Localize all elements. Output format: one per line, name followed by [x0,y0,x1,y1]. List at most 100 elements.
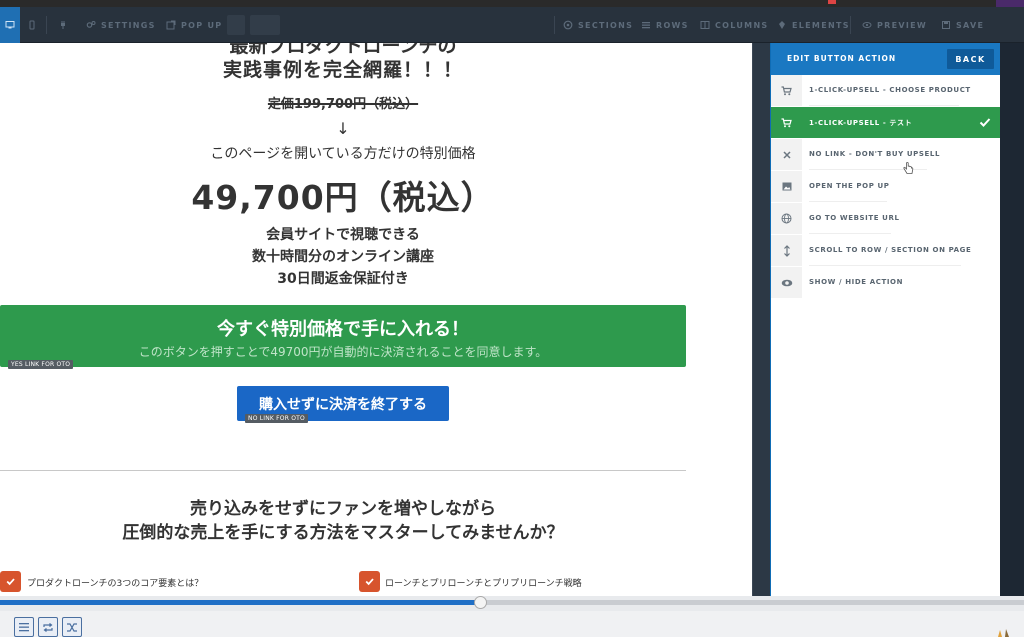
recording-indicator [828,0,836,4]
save-label: SAVE [956,20,985,30]
back-button[interactable]: BACK [947,49,994,69]
decline-button-label: 購入せずに決済を終了する [259,396,427,413]
mobile-icon [29,20,35,30]
feature-line: 30日間返金保証付き [277,271,409,287]
action-option-label: SHOW / HIDE ACTION [809,278,904,286]
sections-label: SECTIONS [578,20,634,30]
toolbar-separator [554,16,555,34]
shuffle-button[interactable] [62,617,82,637]
save-button[interactable]: SAVE [941,7,984,43]
checklist-item: ローンチとプリローンチとプリプリローンチ戦略 [385,579,582,589]
section-heading: 圧倒的な売上を手にする方法をマスターしてみませんか？ [122,523,564,543]
yes-link-tag: YES LINK FOR OTO [8,360,74,369]
checkbox-icon [359,571,380,592]
vertical-arrows-icon [771,235,802,266]
panel-header: EDIT BUTTON ACTION BACK [771,43,1001,75]
plug-icon [61,21,65,29]
page-canvas: 最新プロダクトローンチの 実践事例を完全網羅！！！ 定価199,700円（税込）… [0,43,752,596]
rows-icon [642,22,650,29]
elements-button[interactable]: ELEMENTS [777,7,850,43]
elements-label: ELEMENTS [792,20,850,30]
panel-title: EDIT BUTTON ACTION [787,54,897,63]
checkmark-icon [979,118,991,127]
repeat-button[interactable] [38,617,58,637]
feature-line: 数十時間分のオンライン講座 [252,249,434,265]
sections-icon [563,20,573,30]
rows-button[interactable]: ROWS [641,7,689,43]
progress-handle[interactable] [474,596,487,609]
globe-icon [771,203,802,234]
undo-button[interactable] [227,15,245,35]
toolbar-separator [850,16,851,34]
action-option-label: OPEN THE POP UP [809,182,890,190]
down-arrow: ↓ [336,119,350,138]
action-option-upsell-test[interactable]: 1-CLICK-UPSELL - テスト [771,107,1001,138]
sale-price: 49,700円（税込） [191,178,495,217]
panel-right-edge [1000,43,1024,596]
regular-price: 定価199,700円（税込） [0,93,686,112]
toolbar-separator [46,16,47,34]
panel-handle-column[interactable] [752,43,770,596]
progress-fill [0,600,481,605]
page-heading: 実践事例を完全網羅！！！ [222,59,463,81]
elements-icon [779,21,785,29]
corner-hand-icon [998,629,1009,637]
gears-icon [86,21,96,28]
no-link-tag: NO LINK FOR OTO [245,414,308,423]
action-option-label: 1-CLICK-UPSELL - テスト [809,119,913,127]
popup-label: POP UP [181,20,223,30]
columns-label: COLUMNS [715,20,769,30]
sections-button[interactable]: SECTIONS [563,7,633,43]
plugin-button[interactable] [58,7,68,43]
top-strip [0,0,1024,7]
special-price-note: このページを開いている方だけの特別価格 [210,146,476,162]
playlist-button[interactable] [14,617,34,637]
cart-icon [771,75,802,106]
preview-button[interactable]: PREVIEW [862,7,927,43]
shuffle-icon [67,622,77,632]
action-option-label: SCROLL TO ROW / SECTION ON PAGE [809,246,972,254]
section-heading: 売り込みをせずにファンを増やしながら [190,499,496,519]
eye-icon [771,267,802,298]
action-option-label: NO LINK - DON'T BUY UPSELL [809,150,941,158]
buy-now-title: 今すぐ特別価格で手に入れる！ [217,319,469,340]
corner-indicator [996,0,1024,7]
settings-button[interactable]: SETTINGS [86,7,156,43]
action-option-label: 1-CLICK-UPSELL - CHOOSE PRODUCT [809,86,971,94]
settings-label: SETTINGS [101,20,156,30]
checkbox-icon [0,571,21,592]
option-underline [809,265,961,266]
regular-price-text: 定価199,700円（税込） [267,97,419,112]
action-option-choose-product[interactable]: 1-CLICK-UPSELL - CHOOSE PRODUCT [771,75,1001,106]
rows-label: ROWS [656,20,689,30]
buy-now-button[interactable]: 今すぐ特別価格で手に入れる！ このボタンを押すことで49700円が自動的に決済さ… [0,305,686,367]
action-option-show-hide[interactable]: SHOW / HIDE ACTION [771,267,1001,298]
player-controls-bar [0,611,1024,637]
action-option-scroll-to-row[interactable]: SCROLL TO ROW / SECTION ON PAGE [771,235,1001,266]
external-window-icon [166,20,176,30]
columns-button[interactable]: COLUMNS [700,7,769,43]
preview-label: PREVIEW [877,20,928,30]
section-divider [0,470,686,471]
mobile-view-button[interactable] [27,7,37,43]
list-icon [19,622,29,631]
image-icon [771,171,802,202]
save-icon [942,21,950,29]
action-option-label: GO TO WEBSITE URL [809,214,900,222]
action-option-no-link[interactable]: NO LINK - DON'T BUY UPSELL [771,139,1001,174]
close-icon [771,139,802,170]
repeat-icon [43,622,53,632]
popup-button[interactable]: POP UP [166,7,222,43]
edit-button-action-panel: EDIT BUTTON ACTION BACK 1-CLICK-UPSELL -… [770,43,1001,596]
option-underline [809,201,887,202]
action-option-open-popup[interactable]: OPEN THE POP UP [771,171,1001,202]
cart-icon [771,107,802,138]
action-option-website-url[interactable]: GO TO WEBSITE URL [771,203,1001,234]
option-underline [809,105,959,106]
editor-toolbar: SETTINGS POP UP SECTIONS ROWS COLUMNS EL… [0,7,1024,43]
desktop-view-button[interactable] [0,7,20,43]
desktop-icon [5,21,15,29]
eye-icon [862,22,872,28]
checklist-item: プロダクトローンチの3つのコア要素とは？ [27,579,204,589]
redo-button[interactable] [250,15,280,35]
